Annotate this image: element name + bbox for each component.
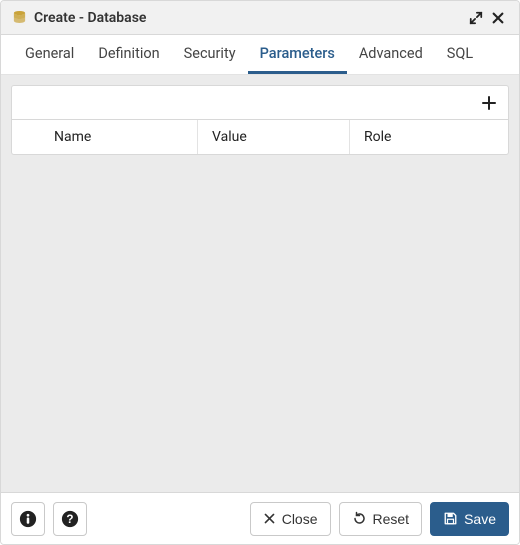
create-database-dialog: Create - Database General Definition Sec… [0,0,520,545]
close-icon[interactable] [487,7,509,29]
tab-advanced[interactable]: Advanced [347,35,435,74]
grid-col-value: Value [198,120,350,154]
parameters-panel: Name Value Role [11,85,509,155]
tab-parameters[interactable]: Parameters [248,35,347,74]
tab-security[interactable]: Security [172,35,248,74]
tab-definition[interactable]: Definition [86,35,171,74]
add-row-button[interactable] [478,92,500,114]
reset-button[interactable]: Reset [339,502,423,536]
parameters-toolbar [12,86,508,120]
save-button[interactable]: Save [430,502,509,536]
close-button[interactable]: Close [250,502,331,536]
info-button[interactable] [11,502,45,536]
tab-general[interactable]: General [13,35,86,74]
reset-icon [352,511,367,526]
database-icon [11,10,27,26]
grid-col-pad [12,120,40,154]
tabs: General Definition Security Parameters A… [1,35,519,75]
save-icon [443,511,458,526]
tab-content-parameters: Name Value Role [1,75,519,492]
grid-col-role: Role [350,120,508,154]
dialog-footer: ? Close Reset [1,492,519,544]
close-button-label: Close [282,511,318,527]
dialog-title: Create - Database [34,10,465,26]
titlebar: Create - Database [1,1,519,35]
reset-button-label: Reset [373,511,410,527]
tab-sql[interactable]: SQL [435,35,485,74]
info-icon [19,510,37,528]
maximize-icon[interactable] [465,7,487,29]
svg-text:?: ? [66,513,73,526]
help-icon: ? [61,510,79,528]
save-button-label: Save [464,511,496,527]
help-button[interactable]: ? [53,502,87,536]
parameters-grid-header: Name Value Role [12,120,508,154]
close-x-icon [263,512,276,525]
grid-col-name: Name [40,120,198,154]
